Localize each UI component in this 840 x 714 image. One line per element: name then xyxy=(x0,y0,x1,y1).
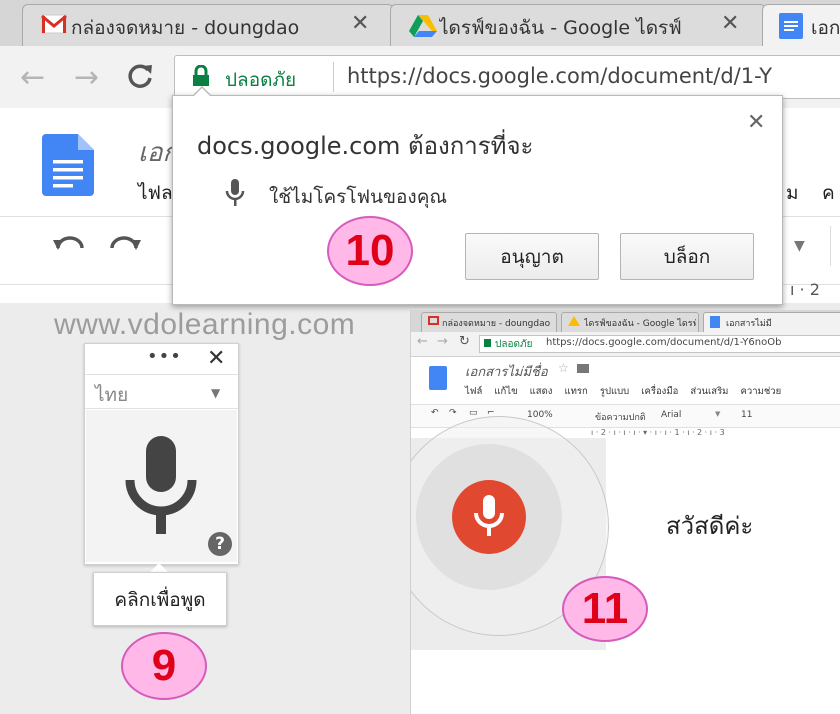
tab-title: ไดรฟ์ของฉัน - Google ไดรฟ์ xyxy=(584,319,696,329)
address-bar[interactable]: ปลอดภัย https://docs.google.com/document… xyxy=(479,335,840,353)
menu-file[interactable]: ไฟล xyxy=(138,178,173,208)
divider xyxy=(333,62,334,92)
step-badge-10: 10 xyxy=(327,216,413,286)
gmail-icon xyxy=(41,13,67,39)
help-icon[interactable]: ? xyxy=(208,532,232,556)
docs-icon xyxy=(710,316,720,328)
tab-title: ไดรฟ์ของฉัน - Google ไดรฟ์ xyxy=(439,17,682,39)
browser-tab-strip: กล่องจดหมาย - doungdao ไดรฟ์ของฉัน - Goo… xyxy=(411,310,840,332)
popup-heading: docs.google.com ต้องการที่จะ xyxy=(197,132,534,160)
document-text[interactable]: สวัสดีค่ะ xyxy=(666,506,753,545)
page-area xyxy=(411,650,840,714)
chevron-down-icon[interactable]: ▼ xyxy=(715,410,720,418)
url-text[interactable]: https://docs.google.com/document/d/1-Y6n… xyxy=(546,337,781,348)
microphone-icon xyxy=(474,494,504,544)
lock-icon xyxy=(484,339,491,347)
tab-docs[interactable]: เอก xyxy=(762,4,840,46)
popup-anchor xyxy=(195,224,196,225)
tab-drive[interactable]: ไดรฟ์ของฉัน - Google ไดรฟ์ xyxy=(561,312,699,332)
step-badge-9: 9 xyxy=(121,632,207,700)
style-select[interactable]: ข้อความปกติ xyxy=(595,410,646,424)
undo-icon[interactable]: ↶ xyxy=(431,408,439,418)
docs-logo-icon[interactable] xyxy=(429,366,447,390)
redo-icon[interactable]: ↷ xyxy=(449,408,457,418)
mic-button-active[interactable] xyxy=(452,480,526,554)
close-tab-icon[interactable]: ✕ xyxy=(351,11,369,36)
secure-label: ปลอดภัย xyxy=(225,69,297,91)
tooltip-pointer xyxy=(150,563,168,572)
menu-item[interactable]: แสดง xyxy=(530,386,553,397)
font-size-select[interactable]: 11 xyxy=(741,410,752,420)
menu-item[interactable]: แทรก xyxy=(565,386,588,397)
reload-icon[interactable] xyxy=(126,62,154,94)
microphone-icon xyxy=(225,178,245,212)
mic-request-text: ใช้ไมโครโฟนของคุณ xyxy=(269,186,448,208)
menu-bar: ไฟล์ แก้ไข แสดง แทรก รูปแบบ เครื่องมือ ส… xyxy=(465,384,781,399)
close-tab-icon[interactable]: ✕ xyxy=(721,11,739,36)
more-options-icon[interactable]: ••• xyxy=(147,346,182,367)
address-bar[interactable]: ปลอดภัย https://docs.google.com/document… xyxy=(174,55,840,99)
forward-arrow-icon[interactable]: → xyxy=(74,60,99,95)
gmail-icon xyxy=(428,316,439,325)
undo-icon[interactable] xyxy=(52,234,86,258)
star-icon[interactable]: ☆ xyxy=(558,361,569,375)
folder-icon[interactable] xyxy=(577,364,589,373)
inset-screenshot: กล่องจดหมาย - doungdao ไดรฟ์ของฉัน - Goo… xyxy=(410,310,840,714)
docs-app: เอกสารไม่มีชื่อ ☆ ไฟล์ แก้ไข แสดง แทรก ร… xyxy=(411,357,840,407)
chevron-down-icon[interactable]: ▼ xyxy=(794,238,805,254)
tab-gmail[interactable]: กล่องจดหมาย - doungdao ✕ xyxy=(22,4,394,46)
menu-item[interactable]: ค xyxy=(822,178,835,208)
tooltip-click-to-speak: คลิกเพื่อพูด xyxy=(93,572,227,626)
print-icon[interactable]: ▭ xyxy=(469,408,478,418)
step-badge-11: 11 xyxy=(562,576,648,642)
divider xyxy=(85,408,238,409)
redo-icon[interactable] xyxy=(108,234,142,258)
tab-docs[interactable]: เอกสารไม่มี xyxy=(703,312,840,332)
block-button[interactable]: บล็อก xyxy=(620,233,754,280)
ruler: ı · 2 xyxy=(790,280,820,299)
menu-item[interactable]: ไฟล์ xyxy=(465,386,482,397)
mic-button[interactable]: ? xyxy=(86,410,237,562)
tab-title: เอกสารไม่มี xyxy=(726,319,772,329)
drive-icon xyxy=(568,316,580,326)
watermark: www.vdolearning.com xyxy=(54,308,356,341)
voice-typing-widget: ••• ✕ ไทย ▼ ? xyxy=(84,343,239,565)
ruler: ı · 2 · ı · ı · ı · ▾ · ı · ı · 1 · ı · … xyxy=(591,428,725,437)
secure-label: ปลอดภัย xyxy=(495,339,533,350)
browser-toolbar: ← → ↻ ปลอดภัย https://docs.google.com/do… xyxy=(411,332,840,357)
menu-item[interactable]: ม xyxy=(786,178,799,208)
popup-pointer xyxy=(193,88,211,97)
menu-item[interactable]: ความช่วย xyxy=(741,386,782,397)
tab-gmail[interactable]: กล่องจดหมาย - doungdao xyxy=(421,312,557,332)
chevron-down-icon[interactable]: ▼ xyxy=(211,386,220,400)
back-arrow-icon[interactable]: ← xyxy=(417,334,428,349)
tab-title: เอก xyxy=(811,17,840,39)
tab-drive[interactable]: ไดรฟ์ของฉัน - Google ไดรฟ์ ✕ xyxy=(390,4,766,46)
url-text[interactable]: https://docs.google.com/document/d/1-Y xyxy=(347,64,772,88)
language-select[interactable]: ไทย xyxy=(95,380,128,410)
doc-title[interactable]: เอกสารไม่มีชื่อ xyxy=(465,361,548,382)
browser-tab-strip: กล่องจดหมาย - doungdao ✕ ไดรฟ์ของฉัน - G… xyxy=(0,0,840,46)
zoom-select[interactable]: 100% xyxy=(527,410,553,420)
docs-logo-icon[interactable] xyxy=(42,134,94,200)
drive-icon xyxy=(409,14,437,42)
divider xyxy=(85,374,238,375)
menu-item[interactable]: แก้ไข xyxy=(494,386,517,397)
allow-button[interactable]: อนุญาต xyxy=(465,233,599,280)
mic-permission-popup: docs.google.com ต้องการที่จะ ✕ ใช้ไมโครโ… xyxy=(172,95,783,305)
close-icon[interactable]: ✕ xyxy=(207,346,225,371)
menu-item[interactable]: เครื่องมือ xyxy=(641,386,678,397)
back-arrow-icon[interactable]: ← xyxy=(20,60,45,95)
menu-item[interactable]: รูปแบบ xyxy=(600,386,629,397)
docs-icon xyxy=(779,13,803,43)
tab-title: กล่องจดหมาย - doungdao xyxy=(71,17,300,39)
reload-icon[interactable]: ↻ xyxy=(459,334,470,349)
divider xyxy=(830,226,831,266)
microphone-icon xyxy=(124,434,198,540)
tab-title: กล่องจดหมาย - doungdao xyxy=(442,319,551,329)
forward-arrow-icon[interactable]: → xyxy=(437,334,448,349)
close-icon[interactable]: ✕ xyxy=(747,110,765,135)
menu-item[interactable]: ส่วนเสริม xyxy=(690,386,728,397)
font-select[interactable]: Arial xyxy=(661,410,681,420)
